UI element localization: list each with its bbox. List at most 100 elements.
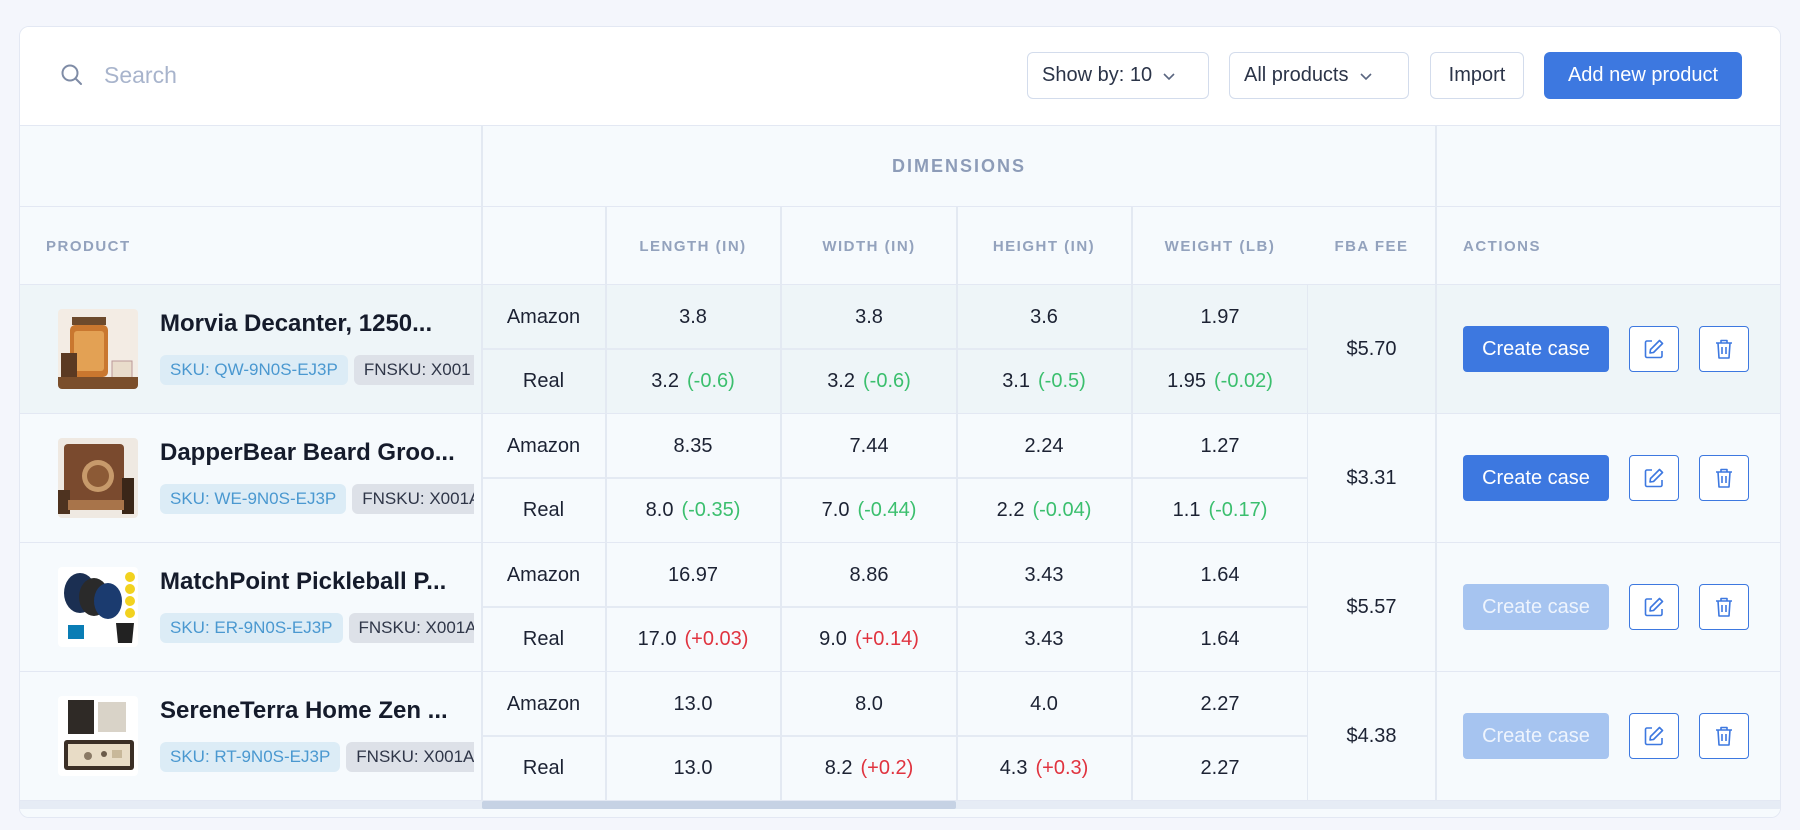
real-dimension-cell: 8.2 (+0.2) xyxy=(782,736,956,800)
real-dimension-value: 9.0 xyxy=(819,627,847,650)
dimension-difference: (-0.5) xyxy=(1038,369,1086,392)
show-by-dropdown[interactable]: Show by: 10 xyxy=(1027,52,1209,99)
dimension-difference: (+0.14) xyxy=(854,627,919,650)
product-thumbnail xyxy=(58,309,138,389)
product-tags: SKU: WE-9N0S-EJ3P FNSKU: X001A xyxy=(160,484,474,516)
product-filter-label: All products xyxy=(1244,64,1349,86)
amazon-dimension-value: 4.0 xyxy=(1030,692,1058,715)
sku-badge: SKU: RT-9N0S-EJ3P xyxy=(160,742,341,772)
fnsku-badge: FNSKU: X001A xyxy=(348,613,474,643)
fba-fee-value: $3.31 xyxy=(1346,466,1397,489)
delete-button[interactable] xyxy=(1699,326,1749,372)
real-dimension-value: 3.43 xyxy=(1024,627,1064,650)
source-label-amazon: Amazon xyxy=(506,692,581,715)
column-divider xyxy=(1307,285,1308,801)
amazon-dimension-value: 3.8 xyxy=(679,305,707,328)
amazon-dimension-value: 2.24 xyxy=(1024,434,1064,457)
edit-icon xyxy=(1644,726,1664,746)
create-case-button[interactable]: Create case xyxy=(1463,584,1609,630)
dimension-difference: (-0.6) xyxy=(687,369,735,392)
edit-button[interactable] xyxy=(1629,455,1679,501)
source-label-real: Real xyxy=(522,369,565,392)
trash-icon xyxy=(1716,597,1732,617)
chevron-down-icon xyxy=(1359,72,1372,80)
real-dimension-cell: 9.0 (+0.14) xyxy=(782,607,956,671)
real-dimension-cell: 3.43 xyxy=(957,607,1131,671)
dimensions-group-title: DIMENSIONS xyxy=(891,155,1026,176)
product-name[interactable]: DapperBear Beard Groo... xyxy=(160,439,460,467)
real-dimension-value: 2.27 xyxy=(1200,756,1240,779)
products-table: DIMENSIONS PRODUCT LENGTH (IN) WIDTH (IN… xyxy=(20,125,1780,817)
dimension-difference: (-0.6) xyxy=(863,369,911,392)
amazon-dimension-value: 8.0 xyxy=(855,692,883,715)
real-dimension-value: 3.2 xyxy=(827,369,855,392)
product-name[interactable]: Morvia Decanter, 1250... xyxy=(160,310,460,338)
product-tags: SKU: QW-9N0S-EJ3P FNSKU: X001 xyxy=(160,355,474,387)
column-weight: WEIGHT (LB) xyxy=(1164,237,1276,255)
dimension-difference: (+0.03) xyxy=(684,627,749,650)
table-row[interactable]: DapperBear Beard Groo... SKU: WE-9N0S-EJ… xyxy=(20,414,1780,543)
column-divider xyxy=(1435,125,1437,801)
edit-button[interactable] xyxy=(1629,713,1679,759)
amazon-dimension-value: 8.35 xyxy=(673,434,713,457)
table-row[interactable]: SereneTerra Home Zen ... SKU: RT-9N0S-EJ… xyxy=(20,672,1780,801)
real-dimension-value: 1.64 xyxy=(1200,627,1240,650)
real-dimension-cell: 2.27 xyxy=(1133,736,1307,800)
edit-icon xyxy=(1644,597,1664,617)
column-length: LENGTH (IN) xyxy=(639,237,747,255)
real-dimension-value: 2.2 xyxy=(996,498,1025,521)
products-card: Show by: 10 All products Import Add new … xyxy=(19,26,1781,818)
real-dimension-cell: 3.2 (-0.6) xyxy=(606,349,780,413)
dimension-difference: (-0.44) xyxy=(857,498,917,521)
column-divider xyxy=(956,207,958,801)
search-icon xyxy=(61,64,82,85)
product-name[interactable]: MatchPoint Pickleball P... xyxy=(160,568,460,596)
add-new-product-button[interactable]: Add new product xyxy=(1544,52,1742,99)
product-thumbnail xyxy=(58,567,138,647)
real-dimension-cell: 1.95 (-0.02) xyxy=(1133,349,1307,413)
dimension-difference: (-0.02) xyxy=(1214,369,1273,392)
column-product: PRODUCT xyxy=(46,237,131,255)
search-input[interactable] xyxy=(104,57,604,93)
source-label-amazon: Amazon xyxy=(506,563,581,586)
column-divider xyxy=(1131,207,1133,801)
edit-button[interactable] xyxy=(1629,584,1679,630)
delete-button[interactable] xyxy=(1699,713,1749,759)
source-label-real: Real xyxy=(522,756,565,779)
create-case-button[interactable]: Create case xyxy=(1463,713,1609,759)
product-filter-dropdown[interactable]: All products xyxy=(1229,52,1409,99)
real-dimension-cell: 8.0 (-0.35) xyxy=(606,478,780,542)
real-dimension-value: 8.2 xyxy=(824,756,853,779)
real-dimension-value: 1.95 xyxy=(1167,369,1207,392)
real-dimension-value: 13.0 xyxy=(673,756,713,779)
product-thumbnail xyxy=(58,438,138,518)
horizontal-scrollbar-thumb[interactable] xyxy=(482,801,956,809)
sku-badge: SKU: ER-9N0S-EJ3P xyxy=(160,613,343,643)
fba-fee-value: $5.70 xyxy=(1346,337,1397,360)
real-dimension-value: 1.1 xyxy=(1172,498,1201,521)
amazon-dimension-value: 8.86 xyxy=(849,563,889,586)
real-dimension-value: 8.0 xyxy=(645,498,674,521)
real-dimension-cell: 2.2 (-0.04) xyxy=(957,478,1131,542)
edit-button[interactable] xyxy=(1629,326,1679,372)
product-name[interactable]: SereneTerra Home Zen ... xyxy=(160,697,460,725)
import-button[interactable]: Import xyxy=(1430,52,1524,99)
column-divider xyxy=(605,207,607,801)
source-label-real: Real xyxy=(522,498,565,521)
column-divider xyxy=(780,207,782,801)
real-dimension-value: 4.3 xyxy=(999,756,1028,779)
delete-button[interactable] xyxy=(1699,584,1749,630)
edit-icon xyxy=(1644,468,1664,488)
amazon-dimension-value: 7.44 xyxy=(849,434,889,457)
table-row[interactable]: MatchPoint Pickleball P... SKU: ER-9N0S-… xyxy=(20,543,1780,672)
create-case-button[interactable]: Create case xyxy=(1463,326,1609,372)
dimension-difference: (-0.35) xyxy=(681,498,741,521)
table-row[interactable]: Morvia Decanter, 1250... SKU: QW-9N0S-EJ… xyxy=(20,285,1780,414)
real-dimension-cell: 13.0 xyxy=(606,736,780,800)
trash-icon xyxy=(1716,468,1732,488)
delete-button[interactable] xyxy=(1699,455,1749,501)
real-dimension-value: 17.0 xyxy=(637,627,677,650)
amazon-dimension-value: 1.27 xyxy=(1200,434,1240,457)
column-width: WIDTH (IN) xyxy=(822,237,916,255)
create-case-button[interactable]: Create case xyxy=(1463,455,1609,501)
